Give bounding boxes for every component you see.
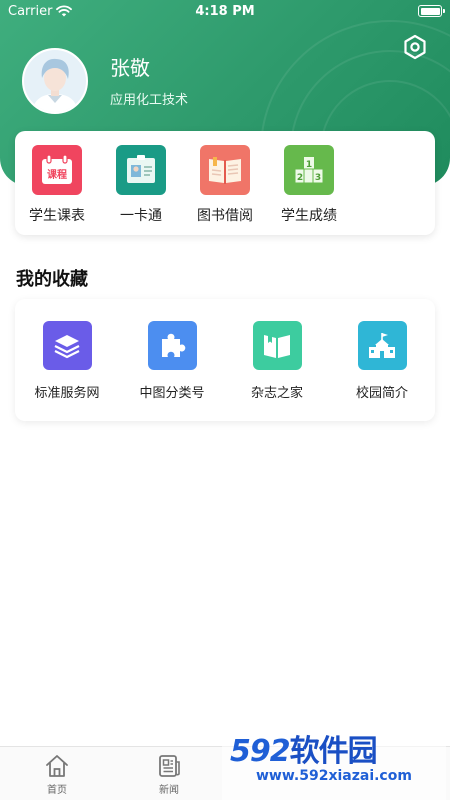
settings-hexagon-icon[interactable] [402, 34, 428, 60]
status-time: 4:18 PM [195, 4, 255, 19]
id-card-icon [116, 145, 166, 195]
favorite-label: 杂志之家 [250, 386, 303, 401]
watermark-url: www.592xiazai.com [256, 768, 412, 784]
user-name: 张敬 [110, 56, 150, 80]
favorites-card: 标准服务网 中图分类号 杂志之家 校园简介 [15, 299, 435, 421]
favorite-label: 校园简介 [355, 386, 408, 401]
favorite-campus-intro[interactable]: 校园简介 [332, 321, 432, 401]
avatar[interactable] [22, 48, 88, 114]
favorite-magazine-home[interactable]: 杂志之家 [227, 321, 327, 401]
battery-icon [418, 5, 445, 17]
podium-ranking-icon: 1 2 3 [284, 145, 334, 195]
quick-actions-card: 课程 学生课表 一卡通 图书借阅 1 2 3 学生成绩 [15, 131, 435, 235]
favorite-label: 标准服务网 [34, 386, 100, 401]
tab-news[interactable]: 新闻 [124, 753, 214, 796]
school-building-icon [357, 321, 407, 370]
quick-action-library[interactable]: 图书借阅 [183, 145, 267, 225]
tab-home[interactable]: 首页 [12, 753, 102, 796]
calendar-schedule-icon: 课程 [32, 145, 82, 195]
open-book-icon [200, 145, 250, 195]
news-icon [159, 755, 180, 777]
favorite-clc-number[interactable]: 中图分类号 [122, 321, 222, 401]
favorite-label: 中图分类号 [139, 386, 205, 401]
svg-text:1: 1 [306, 160, 312, 170]
status-bar: Carrier 4:18 PM [0, 0, 450, 24]
quick-action-campus-card[interactable]: 一卡通 [99, 145, 183, 225]
user-major: 应用化工技术 [110, 93, 189, 108]
quick-action-label: 学生课表 [29, 208, 85, 224]
quick-action-label: 图书借阅 [197, 208, 253, 224]
magazine-book-icon [252, 321, 302, 370]
user-avatar-icon [24, 50, 86, 112]
quick-action-schedule[interactable]: 课程 学生课表 [15, 145, 99, 225]
watermark-logo: 592软件园 www.592xiazai.com [222, 718, 446, 800]
svg-text:3: 3 [315, 173, 321, 183]
quick-action-grades[interactable]: 1 2 3 学生成绩 [267, 145, 351, 225]
tab-label: 新闻 [159, 785, 179, 796]
favorites-title: 我的收藏 [16, 269, 88, 290]
layers-icon [42, 321, 92, 370]
favorite-standards-service[interactable]: 标准服务网 [17, 321, 117, 401]
quick-action-label: 学生成绩 [281, 208, 337, 224]
puzzle-icon [147, 321, 197, 370]
quick-action-label: 一卡通 [120, 208, 162, 224]
svg-text:2: 2 [297, 173, 303, 183]
home-icon [46, 755, 68, 777]
watermark-brand: 592软件园 [230, 734, 378, 769]
tab-label: 首页 [47, 785, 67, 796]
svg-text:课程: 课程 [47, 168, 67, 181]
